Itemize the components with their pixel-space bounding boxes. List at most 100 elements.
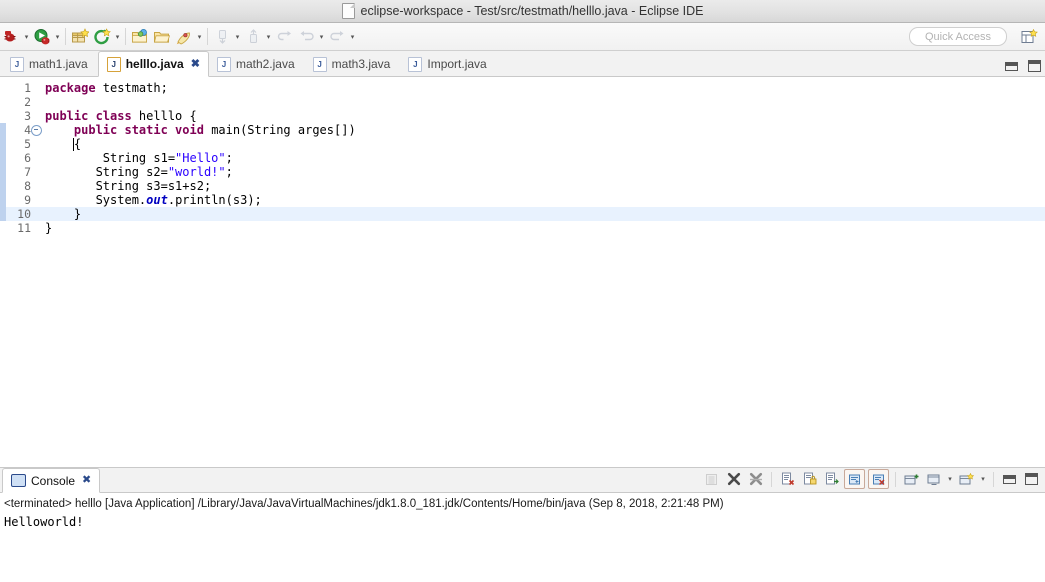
change-bar (0, 137, 6, 151)
line-number: 11 (17, 221, 31, 235)
new-console-view-button[interactable] (957, 470, 976, 488)
new-folder-button[interactable] (129, 26, 151, 48)
editor-tab-label: math1.java (29, 57, 88, 71)
clear-console-button[interactable] (778, 470, 797, 488)
search-dropdown[interactable]: ▾ (195, 27, 204, 47)
minimize-icon[interactable] (1005, 61, 1018, 71)
code-lines[interactable]: 1 package testmath; 2 3 public class helllo … (0, 77, 1045, 467)
forward-dropdown[interactable]: ▾ (348, 27, 357, 47)
previous-annotation-dropdown[interactable]: ▾ (264, 27, 273, 47)
code-line[interactable]: 5 { (0, 137, 1045, 151)
minimize-console-button[interactable] (1000, 470, 1019, 488)
show-console-on-output-button[interactable] (822, 470, 841, 488)
code-text: System.out.println(s3); (45, 193, 262, 207)
code-line[interactable]: 8 String s3=s1+s2; (0, 179, 1045, 193)
pin-console-button[interactable] (868, 469, 889, 489)
window-title-group: eclipse-workspace - Test/src/testmath/he… (341, 3, 704, 19)
java-file-icon: J (106, 56, 121, 72)
open-console-button[interactable] (902, 470, 921, 488)
terminate-button[interactable] (724, 470, 743, 488)
open-folder-button[interactable] (151, 26, 173, 48)
next-annotation-dropdown[interactable]: ▾ (233, 27, 242, 47)
console-icon (11, 474, 26, 487)
change-bar (0, 207, 6, 221)
previous-annotation-button[interactable] (242, 26, 264, 48)
code-line[interactable]: 7 String s2="world!"; (0, 165, 1045, 179)
code-line[interactable]: 3 public class helllo { (0, 109, 1045, 123)
close-icon[interactable]: ✖ (191, 58, 200, 70)
open-perspective-icon[interactable] (1019, 27, 1039, 46)
change-bar (0, 151, 6, 165)
editor-tab-label: math2.java (235, 57, 295, 71)
code-line[interactable]: 11} (0, 221, 1045, 235)
editor-tab-math1[interactable]: J math1.java (2, 52, 98, 76)
line-number: 1 (24, 81, 31, 95)
code-text: } (45, 221, 53, 235)
editor-tab-math2[interactable]: J math2.java (209, 52, 305, 76)
text-caret (73, 138, 74, 151)
eclipse-ide-window: eclipse-workspace - Test/src/testmath/he… (0, 0, 1045, 582)
maximize-icon (1025, 473, 1038, 485)
next-annotation-button[interactable] (211, 26, 233, 48)
code-line[interactable]: 6 String s1="Hello"; (0, 151, 1045, 165)
minimize-icon (1003, 474, 1016, 484)
console-panel: Console ✖ ▾ ▾ <terminated> helllo [Java … (0, 467, 1045, 582)
console-toolbar-separator (993, 471, 994, 487)
run-button[interactable] (31, 26, 53, 48)
debug-button[interactable] (0, 26, 22, 48)
close-icon[interactable]: ✖ (82, 475, 91, 486)
maximize-console-button[interactable] (1022, 470, 1041, 488)
display-selected-console-button[interactable] (924, 470, 943, 488)
change-bar (0, 123, 6, 137)
toolbar-folder-group: ▾ (129, 26, 204, 48)
console-launch-line: <terminated> helllo [Java Application] /… (4, 498, 724, 510)
main-toolbar: ▾ ▾ ▾ ▾ ▾ ▾ ▾ ▾ Quick Access (0, 23, 1045, 51)
code-text: String s3=s1+s2; (45, 179, 212, 193)
fold-collapse-icon[interactable] (31, 124, 42, 136)
code-line[interactable]: 2 (0, 95, 1045, 109)
console-toolbar-separator (895, 471, 896, 487)
scroll-lock-button[interactable] (702, 470, 721, 488)
code-text: { (45, 137, 82, 151)
line-number: 3 (24, 109, 31, 123)
remove-all-terminated-button[interactable] (746, 470, 765, 488)
editor-tab-math3[interactable]: J math3.java (305, 52, 401, 76)
toolbar-navigation-group: ▾ ▾ ▾ ▾ (211, 26, 357, 48)
toolbar-new-group: ▾ (69, 26, 122, 48)
editor-tab-label: Import.java (427, 57, 487, 71)
editor-tab-import[interactable]: J Import.java (400, 52, 496, 76)
window-title-bar: eclipse-workspace - Test/src/testmath/he… (0, 0, 1045, 23)
new-java-package-button[interactable] (69, 26, 91, 48)
back-button[interactable] (295, 26, 317, 48)
lock-console-button[interactable] (800, 470, 819, 488)
last-edit-location-button[interactable] (273, 26, 295, 48)
console-tab[interactable]: Console ✖ (2, 468, 101, 493)
chevron-down-icon[interactable]: ▾ (979, 475, 987, 483)
code-text: package testmath; (45, 81, 168, 95)
editor-tab-helllo[interactable]: J helllo.java ✖ (97, 51, 209, 77)
search-button[interactable] (173, 26, 195, 48)
code-line[interactable]: 1 package testmath; (0, 81, 1045, 95)
code-line[interactable]: 10 } (0, 207, 1045, 221)
editor-tab-controls (1005, 60, 1041, 72)
code-text: } (45, 207, 82, 221)
toolbar-separator (125, 28, 126, 45)
window-title: eclipse-workspace - Test/src/testmath/he… (360, 4, 704, 18)
code-text: public static void main(String arges[]) (73, 123, 356, 137)
console-tab-label: Console (31, 473, 76, 488)
code-line[interactable]: 4 public static void main(String arges[]… (0, 123, 1045, 137)
debug-dropdown[interactable]: ▾ (22, 27, 31, 47)
quick-access-input[interactable]: Quick Access (909, 27, 1007, 46)
external-tools-button[interactable] (91, 26, 113, 48)
maximize-icon[interactable] (1028, 60, 1041, 72)
console-output-area[interactable]: <terminated> helllo [Java Application] /… (0, 493, 1045, 582)
code-line[interactable]: 9 System.out.println(s3); (0, 193, 1045, 207)
run-dropdown[interactable]: ▾ (53, 27, 62, 47)
chevron-down-icon[interactable]: ▾ (946, 475, 954, 483)
forward-button[interactable] (326, 26, 348, 48)
external-tools-dropdown[interactable]: ▾ (113, 27, 122, 47)
code-editor[interactable]: 1 package testmath; 2 3 public class helllo … (0, 77, 1045, 467)
change-bar (0, 179, 6, 193)
back-dropdown[interactable]: ▾ (317, 27, 326, 47)
word-wrap-button[interactable] (844, 469, 865, 489)
